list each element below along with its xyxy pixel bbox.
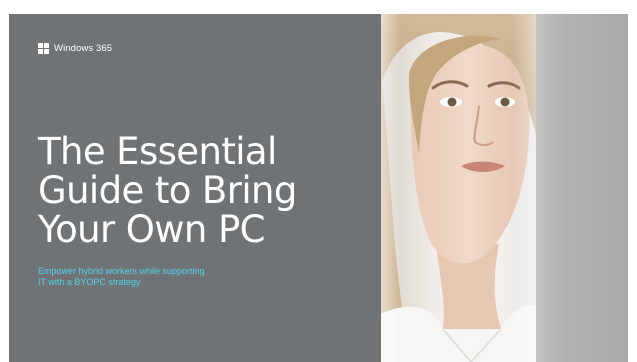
portrait-photo-icon xyxy=(381,14,536,362)
cover-left-panel: Windows 365 The Essential Guide to Bring… xyxy=(9,14,381,362)
ebook-cover: Windows 365 The Essential Guide to Bring… xyxy=(9,14,628,362)
portrait-photo xyxy=(381,14,536,362)
cover-subtitle-line-2: IT with a BYOPC strategy xyxy=(38,277,141,287)
windows-logo-icon xyxy=(38,43,49,54)
cover-title-line-1: The Essential xyxy=(38,130,277,173)
brand-name: Windows 365 xyxy=(54,43,113,54)
brand-header: Windows 365 xyxy=(38,43,112,54)
cover-title-line-2: Guide to Bring xyxy=(38,169,297,212)
cover-subtitle-line-1: Empower hybrid workers while supporting xyxy=(38,266,205,276)
cover-subtitle: Empower hybrid workers while supporting … xyxy=(38,266,258,288)
cover-right-panel xyxy=(536,14,628,362)
cover-title: The Essential Guide to Bring Your Own PC xyxy=(38,132,368,249)
cover-title-line-3: Your Own PC xyxy=(38,208,265,251)
page: Windows 365 The Essential Guide to Bring… xyxy=(0,0,637,362)
